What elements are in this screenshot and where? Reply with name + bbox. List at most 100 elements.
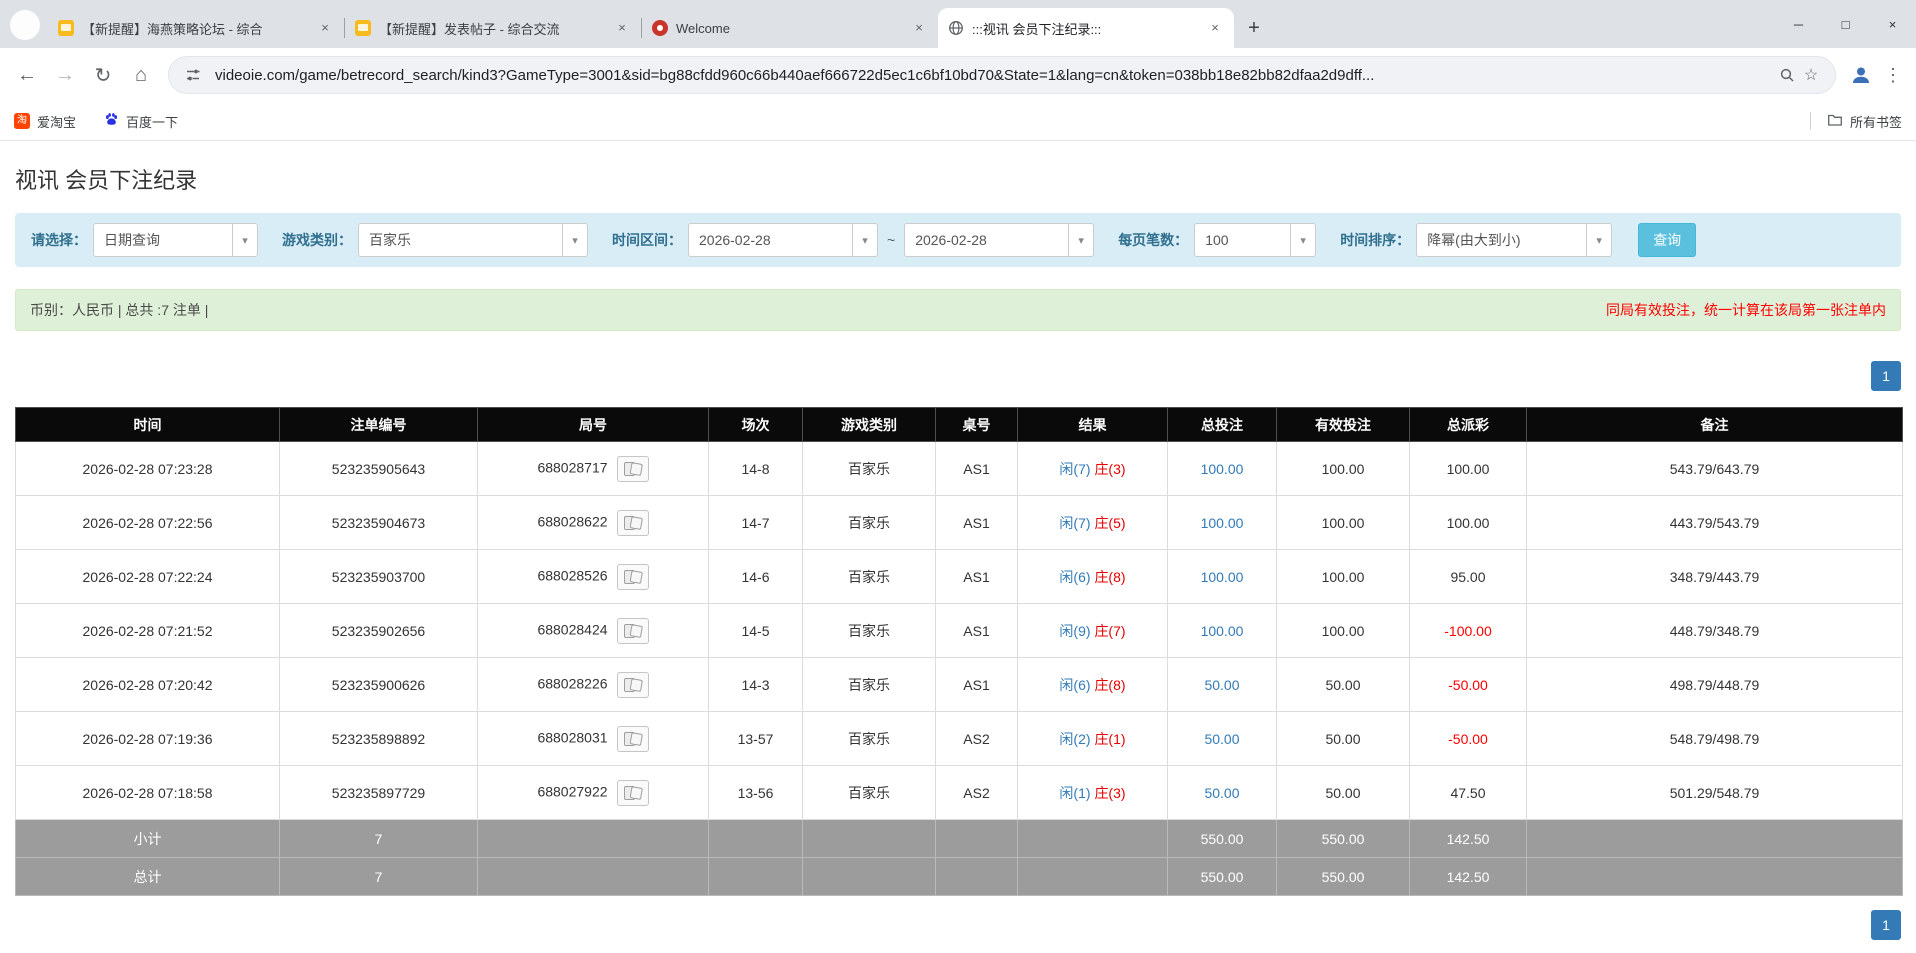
cell-result: 闲(2) 庄(1) [1018,712,1168,766]
round-result-image-button[interactable] [617,726,649,752]
round-result-image-button[interactable] [617,564,649,590]
round-result-image-button[interactable] [617,510,649,536]
cell-payout: -50.00 [1410,658,1527,712]
total-bet-link[interactable]: 50.00 [1204,677,1239,693]
payout-value: -50.00 [1448,731,1488,747]
new-tab-button[interactable]: + [1240,14,1268,42]
tab-close-icon[interactable]: × [910,19,928,37]
tab-bet-record-active[interactable]: :::视讯 会员下注纪录::: × [938,8,1234,48]
subtotal-payout: 142.50 [1410,820,1527,858]
tab-search-button[interactable] [10,10,40,40]
tab-close-icon[interactable]: × [1206,19,1224,37]
address-bar[interactable]: videoie.com/game/betrecord_search/kind3?… [168,56,1836,94]
subtotal-valid-bet: 550.00 [1277,820,1410,858]
cell-game-type: 百家乐 [803,442,936,496]
forum-favicon-icon [355,20,371,36]
maximize-button[interactable]: □ [1822,0,1869,48]
select-value: 2026-02-28 [905,232,1068,248]
close-button[interactable]: × [1869,0,1916,48]
round-result-image-button[interactable] [617,672,649,698]
cell-table: AS1 [936,442,1018,496]
query-button[interactable]: 查询 [1638,223,1696,257]
table-row: 2026-02-28 07:18:58523235897729688027922… [16,766,1903,820]
page-size-select[interactable]: 100 ▾ [1194,223,1316,257]
round-number: 688028424 [537,621,607,637]
chevron-down-icon[interactable]: ▾ [1068,224,1093,256]
back-button[interactable]: ← [8,56,46,94]
tab-forum-2[interactable]: 【新提醒】发表帖子 - 综合交流 × [345,8,641,48]
page-number-button[interactable]: 1 [1871,361,1901,391]
result-player: 闲(1) [1059,785,1090,801]
zoom-icon[interactable] [1775,63,1799,87]
payout-value: 47.50 [1450,785,1485,801]
minimize-button[interactable]: ─ [1775,0,1822,48]
forward-button[interactable]: → [46,56,84,94]
cell-table: AS1 [936,658,1018,712]
sort-order-select[interactable]: 降幂(由大到小) ▾ [1416,223,1612,257]
page-number-button[interactable]: 1 [1871,910,1901,940]
cell-valid-bet: 50.00 [1277,712,1410,766]
result-player: 闲(6) [1059,677,1090,693]
date-from-select[interactable]: 2026-02-28 ▾ [688,223,878,257]
cell-session: 13-57 [709,712,803,766]
header-total-bet: 总投注 [1168,408,1277,442]
url-text[interactable]: videoie.com/game/betrecord_search/kind3?… [215,67,1765,84]
round-result-image-button[interactable] [617,780,649,806]
tab-welcome[interactable]: Welcome × [642,8,938,48]
cell-time: 2026-02-28 07:20:42 [16,658,280,712]
subtotal-label: 小计 [16,820,280,858]
tab-forum-1[interactable]: 【新提醒】海燕策略论坛 - 综合 × [48,8,344,48]
round-result-image-button[interactable] [617,618,649,644]
payout-value: -50.00 [1448,677,1488,693]
bookmark-star-icon[interactable]: ☆ [1799,63,1823,87]
table-row: 2026-02-28 07:22:24523235903700688028526… [16,550,1903,604]
result-banker: 庄(1) [1094,731,1125,747]
chevron-down-icon[interactable]: ▾ [562,224,587,256]
folder-icon [1827,112,1843,131]
result-banker: 庄(5) [1094,515,1125,531]
total-bet-link[interactable]: 100.00 [1201,623,1244,639]
round-result-image-button[interactable] [617,456,649,482]
tab-close-icon[interactable]: × [316,19,334,37]
select-value: 日期查询 [94,230,232,250]
header-result: 结果 [1018,408,1168,442]
chevron-down-icon[interactable]: ▾ [1586,224,1611,256]
tab-close-icon[interactable]: × [613,19,631,37]
home-button[interactable]: ⌂ [122,56,160,94]
reload-button[interactable]: ↻ [84,56,122,94]
chevron-down-icon[interactable]: ▾ [852,224,877,256]
cell-table: AS2 [936,766,1018,820]
site-settings-icon[interactable] [181,63,205,87]
total-bet-link[interactable]: 100.00 [1201,515,1244,531]
browser-menu-icon[interactable]: ⋮ [1878,58,1908,92]
total-bet-link[interactable]: 50.00 [1204,785,1239,801]
total-bet-link[interactable]: 100.00 [1201,461,1244,477]
date-to-select[interactable]: 2026-02-28 ▾ [904,223,1094,257]
result-banker: 庄(3) [1094,785,1125,801]
tab-title: :::视讯 会员下注纪录::: [972,19,1198,38]
profile-avatar[interactable] [1844,58,1878,92]
table-row: 2026-02-28 07:22:56523235904673688028622… [16,496,1903,550]
cell-valid-bet: 100.00 [1277,496,1410,550]
chevron-down-icon[interactable]: ▾ [232,224,257,256]
cell-result: 闲(1) 庄(3) [1018,766,1168,820]
query-type-select[interactable]: 日期查询 ▾ [93,223,258,257]
subtotal-row: 小计 7 550.00 550.00 142.50 [16,820,1903,858]
cell-time: 2026-02-28 07:21:52 [16,604,280,658]
game-type-select[interactable]: 百家乐 ▾ [358,223,588,257]
chevron-down-icon[interactable]: ▾ [1290,224,1315,256]
bookmark-taobao[interactable]: 淘 爱淘宝 [14,112,76,131]
header-note: 备注 [1527,408,1903,442]
all-bookmarks-button[interactable]: 所有书签 [1827,112,1902,131]
header-session: 场次 [709,408,803,442]
cell-total-bet: 100.00 [1168,550,1277,604]
cell-session: 14-6 [709,550,803,604]
bookmark-baidu[interactable]: 百度一下 [104,112,178,131]
header-round: 局号 [478,408,709,442]
cell-round: 688028622 [478,496,709,550]
total-bet-link[interactable]: 50.00 [1204,731,1239,747]
cell-time: 2026-02-28 07:19:36 [16,712,280,766]
cell-bet-id: 523235898892 [280,712,478,766]
total-bet-link[interactable]: 100.00 [1201,569,1244,585]
cell-note: 501.29/548.79 [1527,766,1903,820]
